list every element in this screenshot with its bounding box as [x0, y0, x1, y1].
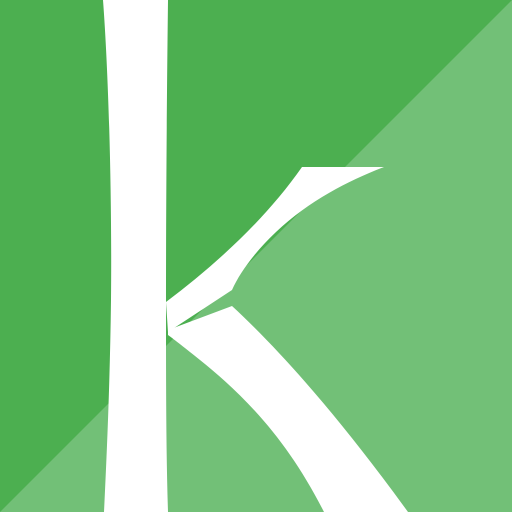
k-stem: [103, 0, 168, 512]
k-logo-icon: [0, 0, 512, 512]
app-icon: [0, 0, 512, 512]
